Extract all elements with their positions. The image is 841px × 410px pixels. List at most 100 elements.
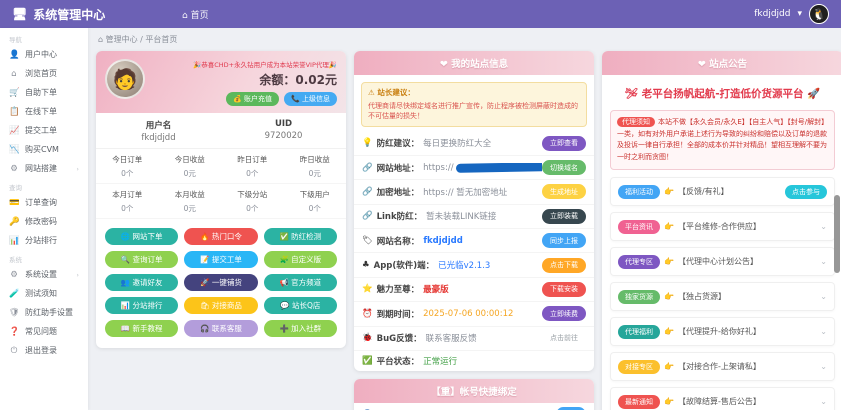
site-row-encrypted-url: 🔗 加密地址： https:// 暂无加密地址 生成地址: [354, 180, 594, 204]
announcement-item-exclusive-supply[interactable]: 独家货源 👉 【独占货源】 ⌄: [610, 282, 835, 311]
announcement-item-latest-notice[interactable]: 最新通知 👉 【故障结算-售后公告】 ⌄: [610, 387, 835, 410]
question-icon: ❓: [9, 327, 19, 337]
action-connect-goods[interactable]: 🛍 对接商品: [184, 297, 257, 314]
action-antired-check[interactable]: ✅ 防红检测: [264, 228, 337, 245]
point-icon: 👉: [664, 397, 674, 406]
action-owner-shop[interactable]: 💬 站长Q店: [264, 297, 337, 314]
upline-info-button[interactable]: 📞 上级信息: [284, 92, 337, 106]
balance-label: 余额：: [259, 73, 295, 87]
sidebar-item-self-order[interactable]: 🛒自助下单: [0, 83, 88, 102]
action-invite-friends[interactable]: 👥 邀请好友: [105, 274, 178, 291]
row-value: https://: [423, 163, 453, 173]
announcement-item-agent-zone[interactable]: 代理专区 👉 【代理中心计划公告】 ⌄: [610, 247, 835, 276]
row-label: 平台状态：: [377, 355, 420, 367]
link-icon: 🔗: [362, 211, 373, 221]
topbar: 🖥 系统管理中心 ⌂ 首页 fkdjdjdd ▾ 🐧: [0, 0, 841, 28]
announcement-card: ❤ 站点公告 🛩 老平台扬帆起航-打造低价货源平台 🚀 代理须知本站不做【永久会…: [602, 51, 841, 410]
announcement-item-cooperation[interactable]: 对接专区 👉 【对接合作-上架请私】 ⌄: [610, 352, 835, 381]
sidebar-item-online-order[interactable]: 📋在线下单: [0, 102, 88, 121]
row-label: Link防红：: [377, 210, 423, 222]
view-now-button[interactable]: 立即查看: [542, 136, 586, 151]
sidebar-item-test-notice[interactable]: 🧪测试须知: [0, 284, 88, 303]
page-scrollbar[interactable]: [834, 195, 840, 273]
avatar[interactable]: 🧑: [105, 59, 145, 99]
status-value: 正常运行: [423, 355, 586, 367]
action-hot-codes[interactable]: 🔥 热门口令: [184, 228, 257, 245]
row-label: 加密地址：: [377, 186, 420, 198]
clock-icon: ⏰: [362, 309, 373, 319]
breadcrumb: ⌂ 管理中心 / 平台首页: [96, 31, 841, 51]
stat-value: 0元: [159, 168, 222, 179]
point-icon: 👉: [664, 362, 674, 371]
action-beginner-guide[interactable]: 📖 新手教程: [105, 320, 178, 337]
action-one-key-stock[interactable]: 🚀 一键铺货: [184, 274, 257, 291]
join-now-button[interactable]: 点击参与: [785, 185, 827, 199]
site-row-url: 🔗 网站地址： https:// 切换域名: [354, 156, 594, 180]
binding-row-qq: 🔵 (QQ)登录： 未绑定 绑定: [354, 403, 594, 410]
row-value: fkdjdjdd: [423, 236, 542, 246]
action-official-channel[interactable]: 📢 官方频道: [264, 274, 337, 291]
announcement-label: 【故障结算-售后公告】: [678, 396, 816, 407]
sync-report-button[interactable]: 同步上报: [542, 233, 586, 248]
user-menu[interactable]: fkdjdjdd ▾ 🐧: [754, 4, 829, 24]
avatar[interactable]: 🐧: [809, 4, 829, 24]
action-branch-rank[interactable]: 📊 分站排行: [105, 297, 178, 314]
sidebar-item-faq[interactable]: ❓常见问题: [0, 322, 88, 341]
chart-down-icon: 📉: [9, 145, 19, 155]
sidebar: 导航 👤用户中心 ⌂浏览首页 🛒自助下单 📋在线下单 📈提交工单 📉购买CVM …: [0, 28, 88, 410]
renew-button[interactable]: 立即续费: [542, 306, 586, 321]
action-query-order[interactable]: 🔍 查询订单: [105, 251, 178, 268]
user-icon: 👤: [9, 50, 19, 60]
breadcrumb-root[interactable]: 管理中心: [106, 35, 138, 44]
action-contact-support[interactable]: 🎧 联系客服: [184, 320, 257, 337]
sidebar-item-change-password[interactable]: 🔑修改密码: [0, 212, 88, 231]
stat-label: 昨日收益: [284, 154, 347, 165]
row-value: https:// 暂无加密地址: [423, 186, 542, 198]
sidebar-item-label: 防红助手设置: [25, 307, 73, 318]
site-row-edition: ⭐ 魅力至尊： 最豪版 下载安装: [354, 278, 594, 302]
sidebar-item-site-build[interactable]: ⚙网站搭建›: [0, 159, 88, 178]
announcement-item-platform-news[interactable]: 平台资讯 👉 【平台维修-合作供应】 ⌄: [610, 212, 835, 241]
stat-value: 0元: [159, 203, 222, 214]
announcement-label: 【平台维修-合作供应】: [678, 221, 816, 232]
install-button[interactable]: 下载安装: [542, 282, 586, 297]
sidebar-item-buy-cvm[interactable]: 📉购买CVM: [0, 140, 88, 159]
app-icon: ♣: [362, 260, 370, 270]
announcement-badge: 最新通知: [618, 395, 660, 409]
announcement-item-agent-benefit[interactable]: 代理福利 👉 【代理提升-给你好礼】 ⌄: [610, 317, 835, 346]
profile-header: 🧑 🎉恭喜CHD+永久钻用户成为本站荣誉VIP代理🎉 余额：0.02元 💰 账户…: [96, 51, 346, 113]
sidebar-item-ticket[interactable]: 📈提交工单: [0, 121, 88, 140]
username-label: fkdjdjdd: [754, 9, 790, 19]
sidebar-item-user-center[interactable]: 👤用户中心: [0, 45, 88, 64]
sidebar-item-order-query[interactable]: 💳订单查询: [0, 193, 88, 212]
sidebar-item-label: 自助下单: [25, 87, 57, 98]
generate-url-button[interactable]: 生成地址: [542, 184, 586, 199]
load-link-button[interactable]: 立即装载: [542, 209, 586, 224]
sidebar-item-antired-settings[interactable]: 🛡 防红助手设置: [0, 303, 88, 322]
sidebar-item-logout[interactable]: ⏻退出登录: [0, 341, 88, 360]
recharge-button[interactable]: 💰 账户充值: [226, 92, 279, 106]
sidebar-item-system-settings[interactable]: ⚙系统设置›: [0, 265, 88, 284]
app-brand: 🖥 系统管理中心: [12, 6, 182, 23]
chart-up-icon: 📈: [9, 126, 19, 136]
announcement-badge: 对接专区: [618, 360, 660, 374]
gear-icon: ⚙: [9, 164, 19, 174]
action-site-order[interactable]: 🌐 网站下单: [105, 228, 178, 245]
sidebar-item-branch-rank[interactable]: 📊分站排行: [0, 231, 88, 250]
action-custom-edition[interactable]: 🧩 自定义版: [264, 251, 337, 268]
sidebar-item-label: 退出登录: [25, 345, 57, 356]
switch-domain-button[interactable]: 切换域名: [542, 160, 586, 175]
field-value: fkdjdjdd: [96, 133, 221, 143]
download-app-button[interactable]: 点击下载: [542, 258, 586, 273]
sidebar-item-browse-home[interactable]: ⌂浏览首页: [0, 64, 88, 83]
action-join-group[interactable]: ➕ 加入社群: [264, 320, 337, 337]
check-icon: ✅: [362, 356, 373, 366]
stat-today-income: 今日收益0元: [159, 149, 222, 184]
chevron-right-icon: ›: [76, 165, 79, 173]
sidebar-item-label: 测试须知: [25, 288, 57, 299]
nav-home[interactable]: ⌂ 首页: [182, 8, 209, 21]
goto-button[interactable]: 点击前往: [542, 331, 586, 346]
action-submit-ticket[interactable]: 📝 提交工单: [184, 251, 257, 268]
announcement-item-feedback[interactable]: 福利活动 👉 【反馈/有礼】 点击参与: [610, 177, 835, 206]
shield-icon: 🛡: [9, 308, 19, 318]
